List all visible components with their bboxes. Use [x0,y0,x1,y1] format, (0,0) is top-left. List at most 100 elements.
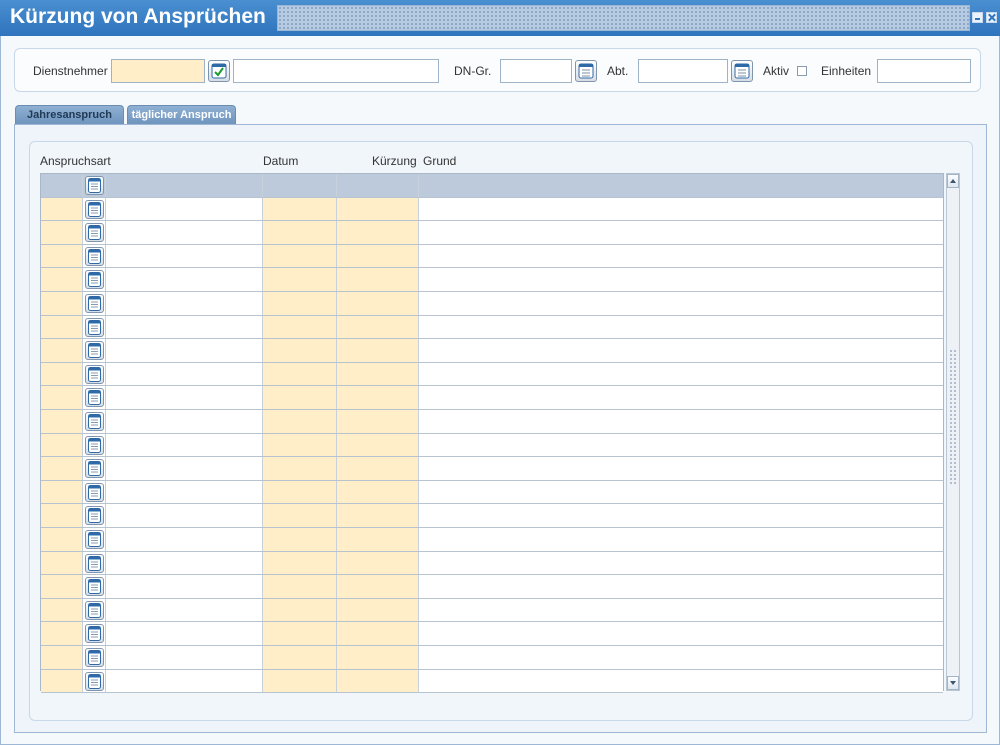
kuerzung-cell[interactable] [337,386,419,409]
anspruchsart-code-cell[interactable] [41,551,83,575]
anspruchsart-lookup-cell[interactable] [83,575,106,598]
datum-cell[interactable] [263,575,337,598]
kuerzung-cell[interactable] [337,504,419,527]
table-row[interactable] [41,315,943,340]
anspruchsart-lookup-button[interactable] [85,246,104,266]
anspruchsart-text-cell[interactable] [106,292,263,315]
anspruchsart-code-cell[interactable] [41,244,83,268]
anspruchsart-lookup-button[interactable] [85,577,104,597]
kuerzung-cell[interactable] [337,457,419,480]
anspruchsart-lookup-button[interactable] [85,412,104,431]
anspruchsart-code-cell[interactable] [41,598,83,622]
kuerzung-cell[interactable] [337,268,419,291]
kuerzung-cell[interactable] [337,362,419,386]
anspruchsart-code-cell[interactable] [41,504,83,527]
anspruchsart-lookup-cell[interactable] [83,315,106,339]
grund-cell[interactable] [419,457,943,480]
anspruchsart-code-cell[interactable] [41,174,83,197]
anspruchsart-code-cell[interactable] [41,268,83,291]
anspruchsart-lookup-button[interactable] [85,530,104,549]
scroll-up-button[interactable] [947,174,959,188]
dienstnehmer-input[interactable] [111,59,205,83]
anspruchsart-code-cell[interactable] [41,575,83,598]
grund-cell[interactable] [419,244,943,268]
grund-cell[interactable] [419,504,943,527]
grund-cell[interactable] [419,575,943,598]
anspruchsart-lookup-button[interactable] [85,388,104,408]
anspruchsart-code-cell[interactable] [41,410,83,433]
datum-cell[interactable] [263,551,337,575]
grund-cell[interactable] [419,268,943,291]
scroll-thumb[interactable] [949,349,957,484]
anspruchsart-text-cell[interactable] [106,268,263,291]
anspruchsart-text-cell[interactable] [106,410,263,433]
grund-cell[interactable] [419,622,943,645]
grund-cell[interactable] [419,386,943,409]
dienstnehmer-lookup-button[interactable] [208,60,230,82]
kuerzung-cell[interactable] [337,197,419,221]
grund-cell[interactable] [419,362,943,386]
datum-cell[interactable] [263,386,337,409]
grund-cell[interactable] [419,598,943,622]
table-row[interactable] [41,386,943,410]
anspruchsart-text-cell[interactable] [106,504,263,527]
dienstnehmer-name-field[interactable] [233,59,439,83]
anspruchsart-lookup-cell[interactable] [83,244,106,268]
grund-cell[interactable] [419,528,943,551]
table-row[interactable] [41,551,943,576]
anspruchsart-lookup-cell[interactable] [83,551,106,575]
anspruchsart-lookup-button[interactable] [85,459,104,479]
grund-cell[interactable] [419,197,943,221]
datum-cell[interactable] [263,457,337,480]
kuerzung-cell[interactable] [337,528,419,551]
anspruchsart-code-cell[interactable] [41,362,83,386]
anspruchsart-text-cell[interactable] [106,315,263,339]
table-row[interactable] [41,410,943,434]
grund-cell[interactable] [419,410,943,433]
table-row[interactable] [41,221,943,245]
grund-cell[interactable] [419,480,943,504]
table-row[interactable] [41,669,943,694]
table-row[interactable] [41,433,943,458]
anspruchsart-lookup-cell[interactable] [83,410,106,433]
kuerzung-cell[interactable] [337,669,419,693]
anspruchsart-lookup-button[interactable] [85,223,104,243]
datum-cell[interactable] [263,504,337,527]
anspruchsart-text-cell[interactable] [106,197,263,221]
anspruchsart-lookup-button[interactable] [85,294,104,313]
anspruchsart-lookup-button[interactable] [85,176,104,195]
tab-jahresanspruch[interactable]: Jahresanspruch [15,105,124,125]
anspruchsart-lookup-cell[interactable] [83,221,106,244]
anspruchsart-lookup-cell[interactable] [83,669,106,693]
anspruchsart-code-cell[interactable] [41,457,83,480]
anspruchsart-lookup-cell[interactable] [83,457,106,480]
anspruchsart-text-cell[interactable] [106,433,263,457]
anspruchsart-lookup-cell[interactable] [83,433,106,457]
anspruchsart-lookup-button[interactable] [85,600,104,620]
datum-cell[interactable] [263,410,337,433]
anspruchsart-text-cell[interactable] [106,551,263,575]
kuerzung-cell[interactable] [337,646,419,669]
anspruchsart-lookup-cell[interactable] [83,528,106,551]
datum-cell[interactable] [263,244,337,268]
anspruchsart-lookup-button[interactable] [85,317,104,337]
anspruchsart-lookup-button[interactable] [85,341,104,361]
datum-cell[interactable] [263,669,337,693]
table-row[interactable] [41,598,943,623]
dngr-lookup-button[interactable] [575,60,597,82]
abt-lookup-button[interactable] [731,60,753,82]
kuerzung-cell[interactable] [337,480,419,504]
anspruchsart-text-cell[interactable] [106,622,263,645]
table-row[interactable] [41,504,943,528]
anspruchsart-text-cell[interactable] [106,480,263,504]
anspruchsart-code-cell[interactable] [41,528,83,551]
table-row[interactable] [41,339,943,363]
anspruchsart-code-cell[interactable] [41,292,83,315]
anspruchsart-text-cell[interactable] [106,386,263,409]
kuerzung-cell[interactable] [337,315,419,339]
datum-cell[interactable] [263,598,337,622]
anspruchsart-code-cell[interactable] [41,386,83,409]
kuerzung-cell[interactable] [337,244,419,268]
kuerzung-cell[interactable] [337,551,419,575]
anspruchsart-lookup-button[interactable] [85,435,104,455]
